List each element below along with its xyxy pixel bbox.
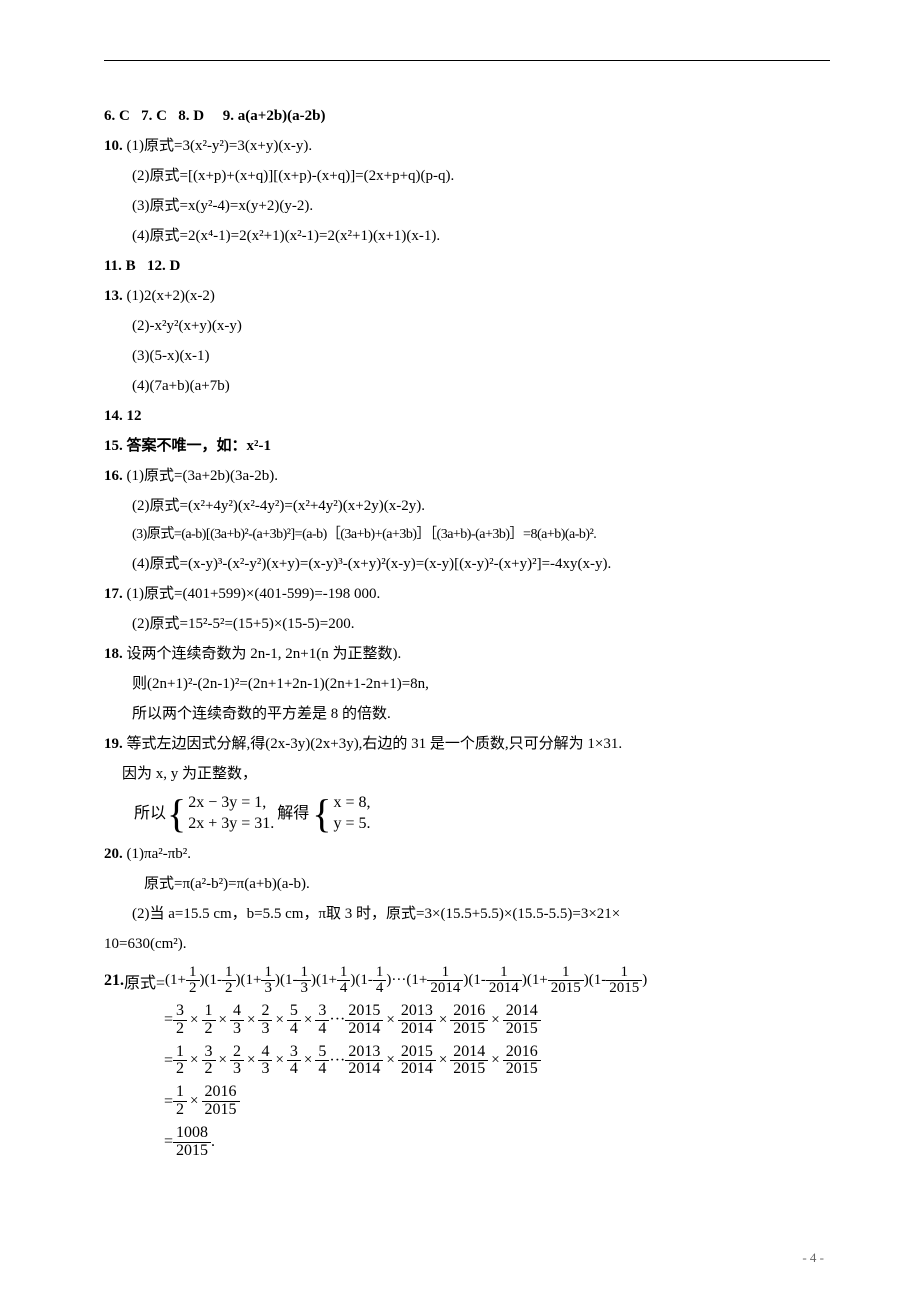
ans-7: 7. C (141, 108, 167, 124)
q10-p4: (4)原式=2(x⁴-1)=2(x²+1)(x²-1)=2(x²+1)(x+1)… (104, 221, 830, 251)
q18-line1: 18. 设两个连续奇数为 2n-1, 2n+1(n 为正整数). (104, 639, 830, 669)
q10-p3: (3)原式=x(y²-4)=x(y+2)(y-2). (104, 191, 830, 221)
q21-derivation: =32×12×43×23×54×34···20152014×20132014×2… (104, 1003, 830, 1159)
q17-line1: 17. (1)原式=(401+599)×(401-599)=-198 000. (104, 579, 830, 609)
q19-so: 所以 (134, 805, 166, 823)
q20-line1: 20. (1)πa²-πb². (104, 839, 830, 869)
q19-eq2b: y = 5. (333, 814, 370, 835)
ans-11: 11. B (104, 258, 136, 274)
q16-p1: (1)原式=(3a+2b)(3a-2b). (127, 468, 278, 484)
q16-label: 16. (104, 468, 123, 484)
q19-equations: 所以 { 2x − 3y = 1, 2x + 3y = 31. 解得 { x =… (104, 793, 830, 835)
q18-label: 18. (104, 646, 123, 662)
answers-11-12: 11. B 12. D (104, 251, 830, 281)
q19-line1: 19. 等式左边因式分解,得(2x-3y)(2x+3y),右边的 31 是一个质… (104, 729, 830, 759)
page: 6. C 7. C 8. D 9. a(a+2b)(a-2b) 10. (1)原… (0, 0, 920, 1302)
ans-14: 14. 12 (104, 401, 830, 431)
q13-label: 13. (104, 288, 123, 304)
q19-eq2a: x = 8, (333, 793, 370, 814)
q10-line1: 10. (1)原式=3(x²-y²)=3(x+y)(x-y). (104, 131, 830, 161)
q13-line1: 13. (1)2(x+2)(x-2) (104, 281, 830, 311)
q16-p2: (2)原式=(x²+4y²)(x²-4y²)=(x²+4y²)(x+2y)(x-… (104, 491, 830, 521)
q13-p3: (3)(5-x)(x-1) (104, 341, 830, 371)
answers-6-9: 6. C 7. C 8. D 9. a(a+2b)(a-2b) (104, 101, 830, 131)
ans-12: 12. D (147, 258, 180, 274)
q16-line1: 16. (1)原式=(3a+2b)(3a-2b). (104, 461, 830, 491)
ans-8: 8. D (178, 108, 204, 124)
ans-15: 15. 答案不唯一，如：x²-1 (104, 431, 830, 461)
q18-p2: 则(2n+1)²-(2n-1)²=(2n+1+2n-1)(2n+1-2n+1)=… (104, 669, 830, 699)
q16-p4: (4)原式=(x-y)³-(x²-y²)(x+y)=(x-y)³-(x+y)²(… (104, 549, 830, 579)
q20-label: 20. (104, 846, 123, 862)
q13-p1: (1)2(x+2)(x-2) (127, 288, 215, 304)
ans-6: 6. C (104, 108, 130, 124)
q18-p1: 设两个连续奇数为 2n-1, 2n+1(n 为正整数). (127, 646, 402, 662)
q13-p4: (4)(7a+b)(a+7b) (104, 371, 830, 401)
q17-label: 17. (104, 586, 123, 602)
q21-row5: =10082015. (164, 1125, 830, 1160)
q21-row1: 21. 原式= (1+12)(1-12)(1+13)(1-13)(1+14)(1… (104, 965, 830, 998)
q20-p3b: 10=630(cm²). (104, 929, 830, 959)
q21-row3: =12×32×23×43×34×54···20132014×20152014×2… (164, 1044, 830, 1079)
q13-p2: (2)-x²y²(x+y)(x-y) (104, 311, 830, 341)
q19-system2: { x = 8, y = 5. (312, 793, 370, 835)
ans-9: 9. a(a+2b)(a-2b) (223, 108, 326, 124)
q20-p2: 原式=π(a²-b²)=π(a+b)(a-b). (104, 869, 830, 899)
q18-p3: 所以两个连续奇数的平方差是 8 的倍数. (104, 699, 830, 729)
q21-prefix: 原式= (124, 969, 165, 993)
q21-row1-math: (1+12)(1-12)(1+13)(1-13)(1+14)(1-14)···(… (165, 965, 647, 998)
q10-label: 10. (104, 138, 123, 154)
q21-row4: =12×20162015 (164, 1084, 830, 1119)
header-rule (104, 60, 830, 61)
q20-p1: (1)πa²-πb². (127, 846, 192, 862)
q19-p2: 因为 x, y 为正整数， (104, 759, 830, 789)
q19-label: 19. (104, 736, 123, 752)
q17-p1: (1)原式=(401+599)×(401-599)=-198 000. (127, 586, 381, 602)
ans-15-text: 15. 答案不唯一，如：x²-1 (104, 438, 271, 454)
q10-p2: (2)原式=[(x+p)+(x+q)][(x+p)-(x+q)]=(2x+p+q… (104, 161, 830, 191)
q19-eq1b: 2x + 3y = 31. (188, 814, 274, 835)
q16-p3: (3)原式=(a-b)[(3a+b)²-(a+3b)²]=(a-b)［(3a+b… (104, 521, 830, 549)
q19-system1: { 2x − 3y = 1, 2x + 3y = 31. (167, 793, 274, 835)
q19-p1: 等式左边因式分解,得(2x-3y)(2x+3y),右边的 31 是一个质数,只可… (127, 736, 623, 752)
page-number: - 4 - (802, 1250, 824, 1266)
q19-solve: 解得 (275, 805, 311, 823)
q21-label: 21. (104, 972, 124, 990)
q20-p3a: (2)当 a=15.5 cm，b=5.5 cm，π取 3 时，原式=3×(15.… (104, 899, 830, 929)
q21-row2: =32×12×43×23×54×34···20152014×20132014×2… (164, 1003, 830, 1038)
q19-eq1a: 2x − 3y = 1, (188, 793, 274, 814)
q17-p2: (2)原式=15²-5²=(15+5)×(15-5)=200. (104, 609, 830, 639)
q10-p1: (1)原式=3(x²-y²)=3(x+y)(x-y). (127, 138, 313, 154)
